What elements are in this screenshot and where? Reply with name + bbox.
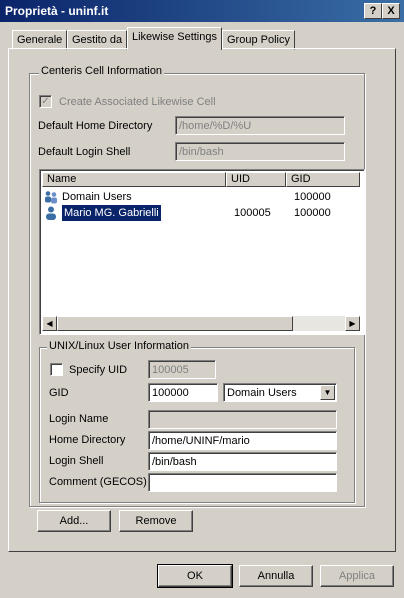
remove-button[interactable]: Remove (119, 510, 193, 532)
user-name: Domain Users (62, 191, 132, 203)
group-icon (44, 190, 58, 204)
scroll-left-icon[interactable]: ◀ (42, 316, 57, 331)
default-login-shell-label: Default Login Shell (38, 146, 131, 158)
uid-field[interactable]: 100005 (148, 360, 216, 379)
gid-label: GID (49, 387, 69, 399)
scroll-thumb[interactable] (57, 316, 293, 331)
unix-info-legend: UNIX/Linux User Information (47, 340, 191, 352)
login-shell-field[interactable]: /bin/bash (148, 452, 337, 471)
login-name-label: Login Name (49, 413, 109, 425)
list-item[interactable]: Domain Users 100000 (42, 189, 360, 205)
user-gid: 100000 (294, 191, 331, 203)
tab-group-policy[interactable]: Group Policy (222, 30, 295, 50)
gid-field[interactable]: 100000 (148, 383, 218, 402)
specify-uid-label: Specify UID (69, 364, 128, 376)
window-title: Proprietà - uninf.it (5, 4, 109, 18)
chevron-down-icon[interactable]: ▼ (320, 385, 335, 400)
user-uid: 100005 (234, 207, 271, 219)
default-home-dir-field[interactable]: /home/%D/%U (175, 116, 345, 135)
gid-group-select[interactable]: Domain Users ▼ (223, 383, 337, 402)
create-assoc-label: Create Associated Likewise Cell (59, 96, 216, 108)
user-icon (44, 206, 58, 220)
user-name: Mario MG. Gabrielli (61, 204, 162, 222)
cell-info-legend: Centeris Cell Information (39, 65, 165, 77)
close-button[interactable]: X (382, 3, 400, 19)
title-bar: Proprietà - uninf.it ? X (0, 0, 404, 22)
default-login-shell-field[interactable]: /bin/bash (175, 142, 345, 161)
login-shell-label: Login Shell (49, 455, 104, 467)
tab-generale[interactable]: Generale (12, 30, 68, 50)
login-name-field[interactable] (148, 410, 337, 429)
default-home-dir-label: Default Home Directory (38, 120, 153, 132)
tab-page: Centeris Cell Information ✓ Create Assoc… (8, 48, 396, 552)
comment-label: Comment (GECOS) (49, 476, 147, 488)
gid-group-value: Domain Users (227, 387, 297, 399)
apply-button[interactable]: Applica (320, 565, 394, 587)
cancel-button[interactable]: Annulla (239, 565, 313, 587)
column-gid[interactable]: GID (286, 172, 360, 187)
column-name[interactable]: Name (42, 172, 226, 187)
user-gid: 100000 (294, 207, 331, 219)
column-uid[interactable]: UID (226, 172, 286, 187)
tab-likewise-settings[interactable]: Likewise Settings (127, 27, 222, 50)
tab-gestito-da[interactable]: Gestito da (67, 30, 128, 50)
ok-button[interactable]: OK (157, 564, 233, 588)
user-list[interactable]: Name UID GID Domain Users 100000 Mario M… (39, 169, 365, 335)
specify-uid-checkbox[interactable] (50, 363, 63, 376)
create-assoc-checkbox[interactable]: ✓ (39, 95, 52, 108)
home-dir-field[interactable]: /home/UNINF/mario (148, 431, 337, 450)
home-dir-label: Home Directory (49, 434, 126, 446)
list-item[interactable]: Mario MG. Gabrielli 100005 100000 (42, 204, 360, 222)
horizontal-scrollbar[interactable]: ◀ ▶ (42, 316, 360, 331)
scroll-right-icon[interactable]: ▶ (345, 316, 360, 331)
comment-field[interactable] (148, 473, 337, 492)
help-button[interactable]: ? (364, 3, 382, 19)
add-button[interactable]: Add... (37, 510, 111, 532)
